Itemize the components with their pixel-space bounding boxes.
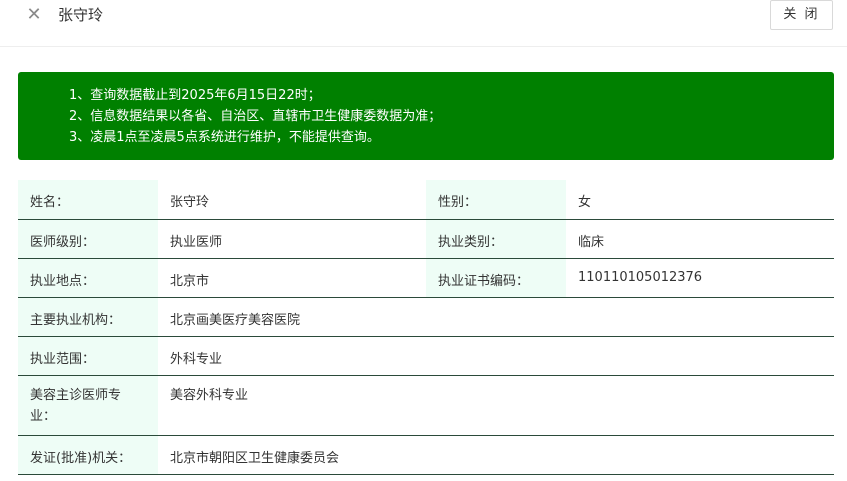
level-value: 执业医师 xyxy=(158,219,426,259)
issuer-value: 北京市朝阳区卫生健康委员会 xyxy=(158,435,834,475)
gender-value: 女 xyxy=(566,180,834,220)
table-row: 执业范围： 外科专业 xyxy=(18,336,834,376)
cert-value: 110110105012376 xyxy=(566,258,834,298)
cosmetic-label: 美容主诊医师专业： xyxy=(18,375,158,436)
notice-line-3: 3、凌晨1点至凌晨5点系统进行维护，不能提供查询。 xyxy=(69,130,380,145)
level-label: 医师级别： xyxy=(18,219,158,259)
institution-label: 主要执业机构： xyxy=(18,297,158,337)
location-value: 北京市 xyxy=(158,258,426,298)
dialog-title: 张守玲 xyxy=(58,6,104,24)
notice-line-1: 1、查询数据截止到2025年6月15日22时； xyxy=(69,88,321,103)
location-label: 执业地点： xyxy=(18,258,158,298)
cert-label: 执业证书编码： xyxy=(426,258,566,298)
issuer-label: 发证(批准)机关： xyxy=(18,435,158,475)
close-button[interactable]: 关 闭 xyxy=(770,0,833,30)
table-row: 主要执业机构： 北京画美医疗美容医院 xyxy=(18,297,834,337)
scope-label: 执业范围： xyxy=(18,336,158,376)
table-row: 发证(批准)机关： 北京市朝阳区卫生健康委员会 xyxy=(18,435,834,475)
cosmetic-value: 美容外科专业 xyxy=(158,375,834,436)
doctor-info-table: 姓名： 张守玲 性别： 女 医师级别： 执业医师 执业类别： 临床 执业地点： … xyxy=(18,180,834,475)
gender-label: 性别： xyxy=(426,180,566,220)
dialog-header: ✕ 张守玲 关 闭 xyxy=(0,0,847,47)
close-icon[interactable]: ✕ xyxy=(23,4,45,26)
notice-line-2: 2、信息数据结果以各省、自治区、直辖市卫生健康委数据为准； xyxy=(69,109,442,124)
name-value: 张守玲 xyxy=(158,180,426,220)
scope-value: 外科专业 xyxy=(158,336,834,376)
category-label: 执业类别： xyxy=(426,219,566,259)
table-row: 医师级别： 执业医师 执业类别： 临床 xyxy=(18,219,834,259)
table-row: 执业地点： 北京市 执业证书编码： 110110105012376 xyxy=(18,258,834,298)
category-value: 临床 xyxy=(566,219,834,259)
name-label: 姓名： xyxy=(18,180,158,220)
table-row: 姓名： 张守玲 性别： 女 xyxy=(18,180,834,220)
institution-value: 北京画美医疗美容医院 xyxy=(158,297,834,337)
notice-banner: 1、查询数据截止到2025年6月15日22时； 2、信息数据结果以各省、自治区、… xyxy=(18,72,834,160)
table-row: 美容主诊医师专业： 美容外科专业 xyxy=(18,375,834,436)
